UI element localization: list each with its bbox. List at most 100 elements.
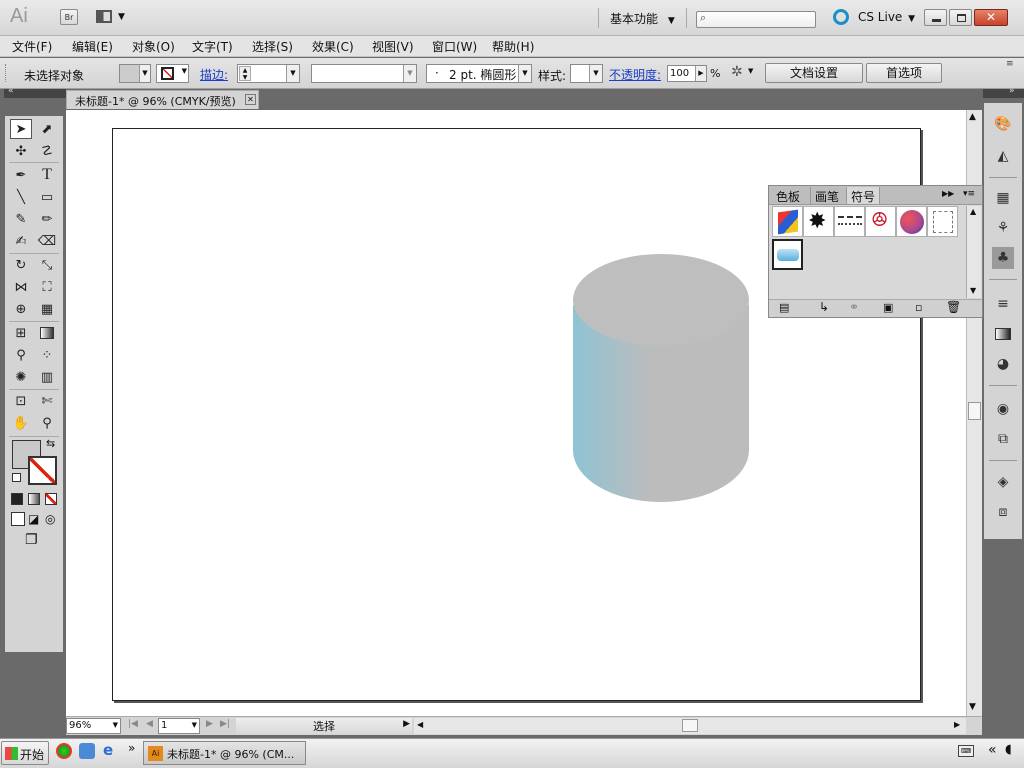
- panel-menu-icon[interactable]: ≡: [1006, 59, 1014, 69]
- symbol-options-icon[interactable]: ▣: [883, 301, 893, 314]
- shape-builder-tool-icon[interactable]: ⊕: [10, 299, 32, 319]
- symbols-icon[interactable]: ♣: [992, 247, 1014, 269]
- stroke-color-swatch[interactable]: [28, 456, 57, 485]
- free-transform-tool-icon[interactable]: ⛶: [36, 277, 58, 297]
- ie-icon[interactable]: e: [103, 741, 113, 759]
- gradient-mode-icon[interactable]: [28, 493, 40, 505]
- taskbar-task-button[interactable]: Ai 未标题-1* @ 96% (CM...: [143, 741, 306, 765]
- scroll-down-icon[interactable]: ▼: [970, 286, 976, 295]
- start-button[interactable]: 开始: [1, 741, 49, 765]
- stroke-icon[interactable]: ≡: [992, 293, 1014, 315]
- scroll-up-icon[interactable]: ▲: [969, 112, 976, 122]
- fill-color-dropdown[interactable]: ▼: [119, 64, 151, 83]
- menu-help[interactable]: 帮助(H): [492, 38, 534, 55]
- opacity-label[interactable]: 不透明度:: [609, 66, 661, 83]
- tab-brushes[interactable]: 画笔: [810, 187, 843, 204]
- draw-normal-icon[interactable]: [11, 512, 25, 526]
- pen-tool-icon[interactable]: ✒: [10, 165, 32, 185]
- menu-type[interactable]: 文字(T): [192, 38, 233, 55]
- menu-edit[interactable]: 编辑(E): [72, 38, 113, 55]
- symbol-cube[interactable]: [772, 206, 803, 237]
- next-page-icon[interactable]: ▶: [206, 719, 213, 729]
- scroll-right-icon[interactable]: ▶: [954, 720, 960, 729]
- eyedropper-tool-icon[interactable]: ⚲: [10, 345, 32, 365]
- rotate-tool-icon[interactable]: ↻: [10, 255, 32, 275]
- stroke-weight-input[interactable]: ▲ ▼ ▼: [237, 64, 300, 83]
- color-mode-icon[interactable]: [11, 493, 23, 505]
- symbol-cloud[interactable]: [772, 239, 803, 270]
- brush-definition-dropdown[interactable]: · 2 pt. 椭圆形 ▼: [426, 64, 532, 83]
- horizontal-scrollbar[interactable]: ◀ ▶: [414, 718, 966, 734]
- pencil-tool-icon[interactable]: ✏: [36, 209, 58, 229]
- cslive-menu[interactable]: CS Live ▼: [858, 10, 915, 24]
- blend-tool-icon[interactable]: ⁘: [36, 345, 58, 365]
- graphic-styles-icon[interactable]: ⧉: [992, 428, 1014, 450]
- more-icon[interactable]: »: [128, 741, 135, 755]
- selection-tool-icon[interactable]: ➤: [10, 119, 32, 139]
- zoom-dropdown[interactable]: 96% ▼: [66, 718, 121, 734]
- symbol-ribbon[interactable]: ꔮ: [865, 206, 896, 237]
- page-dropdown[interactable]: 1 ▼: [158, 718, 200, 734]
- gradient-icon[interactable]: [992, 323, 1014, 345]
- magic-wand-tool-icon[interactable]: ✣: [10, 141, 32, 161]
- screen-mode-icon[interactable]: ❐: [25, 532, 45, 548]
- scroll-thumb[interactable]: [682, 719, 698, 732]
- transparency-icon[interactable]: ◕: [992, 353, 1014, 375]
- scroll-up-icon[interactable]: ▲: [970, 207, 976, 216]
- menu-view[interactable]: 视图(V): [372, 38, 414, 55]
- app-shortcut-icon[interactable]: [79, 743, 95, 759]
- close-tab-icon[interactable]: ✕: [245, 94, 256, 105]
- perspective-grid-tool-icon[interactable]: ▦: [36, 299, 58, 319]
- column-graph-tool-icon[interactable]: ▥: [36, 367, 58, 387]
- trash-icon[interactable]: 🗑: [946, 300, 961, 314]
- variable-width-profile[interactable]: ▼: [311, 64, 417, 83]
- graphic-style-dropdown[interactable]: ▼: [570, 64, 603, 83]
- place-symbol-icon[interactable]: ↳: [819, 300, 829, 314]
- panel-menu-icon[interactable]: ▾≡: [963, 189, 975, 199]
- menu-select[interactable]: 选择(S): [252, 38, 293, 55]
- type-tool-icon[interactable]: T: [36, 165, 58, 185]
- preferences-button[interactable]: 首选项: [866, 63, 942, 83]
- slice-tool-icon[interactable]: ✄: [36, 391, 58, 411]
- first-page-icon[interactable]: |◀: [128, 719, 138, 729]
- collapse-icon[interactable]: «: [8, 86, 14, 96]
- brushes-icon[interactable]: ⚘: [992, 217, 1014, 239]
- hand-tool-icon[interactable]: ✋: [10, 413, 32, 433]
- tab-symbols[interactable]: 符号: [846, 187, 881, 204]
- browser-icon[interactable]: [56, 743, 72, 759]
- swatches-icon[interactable]: ▦: [992, 187, 1014, 209]
- expand-panel-icon[interactable]: ▶▶: [942, 189, 954, 198]
- direct-selection-tool-icon[interactable]: ⬈: [36, 119, 58, 139]
- last-page-icon[interactable]: ▶|: [220, 719, 230, 729]
- stroke-label[interactable]: 描边:: [200, 66, 228, 83]
- symbols-scrollbar[interactable]: ▲ ▼: [966, 206, 981, 298]
- symbol-sprayer-tool-icon[interactable]: ✺: [10, 367, 32, 387]
- break-link-icon[interactable]: ⚭: [849, 300, 859, 314]
- opacity-input[interactable]: 100 ▶: [667, 65, 707, 82]
- cylinder-artwork[interactable]: [566, 250, 756, 508]
- scale-tool-icon[interactable]: ⤡: [36, 255, 58, 275]
- mesh-tool-icon[interactable]: ⊞: [10, 323, 32, 343]
- rectangle-tool-icon[interactable]: ▭: [36, 187, 58, 207]
- menu-window[interactable]: 窗口(W): [432, 38, 477, 55]
- symbol-libraries-icon[interactable]: ▤: [779, 301, 789, 314]
- line-tool-icon[interactable]: ╲: [10, 187, 32, 207]
- bridge-button[interactable]: Br: [60, 9, 78, 25]
- eraser-tool-icon[interactable]: ⌫: [36, 231, 58, 251]
- artboard-tool-icon[interactable]: ⊡: [10, 391, 32, 411]
- tool-status[interactable]: 选择 ▶: [236, 718, 412, 734]
- appearance-icon[interactable]: ◉: [992, 398, 1014, 420]
- menu-effect[interactable]: 效果(C): [312, 38, 354, 55]
- gradient-tool-icon[interactable]: [36, 323, 58, 343]
- restore-button[interactable]: [949, 9, 972, 26]
- color-icon[interactable]: ◭: [992, 145, 1014, 167]
- close-button[interactable]: ✕: [974, 9, 1008, 26]
- prev-page-icon[interactable]: ◀: [146, 719, 153, 729]
- scroll-down-icon[interactable]: ▼: [969, 702, 976, 712]
- menu-object[interactable]: 对象(O): [132, 38, 175, 55]
- color-guide-icon[interactable]: 🎨: [992, 113, 1014, 135]
- new-symbol-icon[interactable]: ▫: [915, 301, 922, 314]
- symbol-frame[interactable]: [927, 206, 958, 237]
- document-tab[interactable]: 未标题-1* @ 96% (CMYK/预览) ✕: [66, 90, 259, 109]
- zoom-tool-icon[interactable]: ⚲: [36, 413, 58, 433]
